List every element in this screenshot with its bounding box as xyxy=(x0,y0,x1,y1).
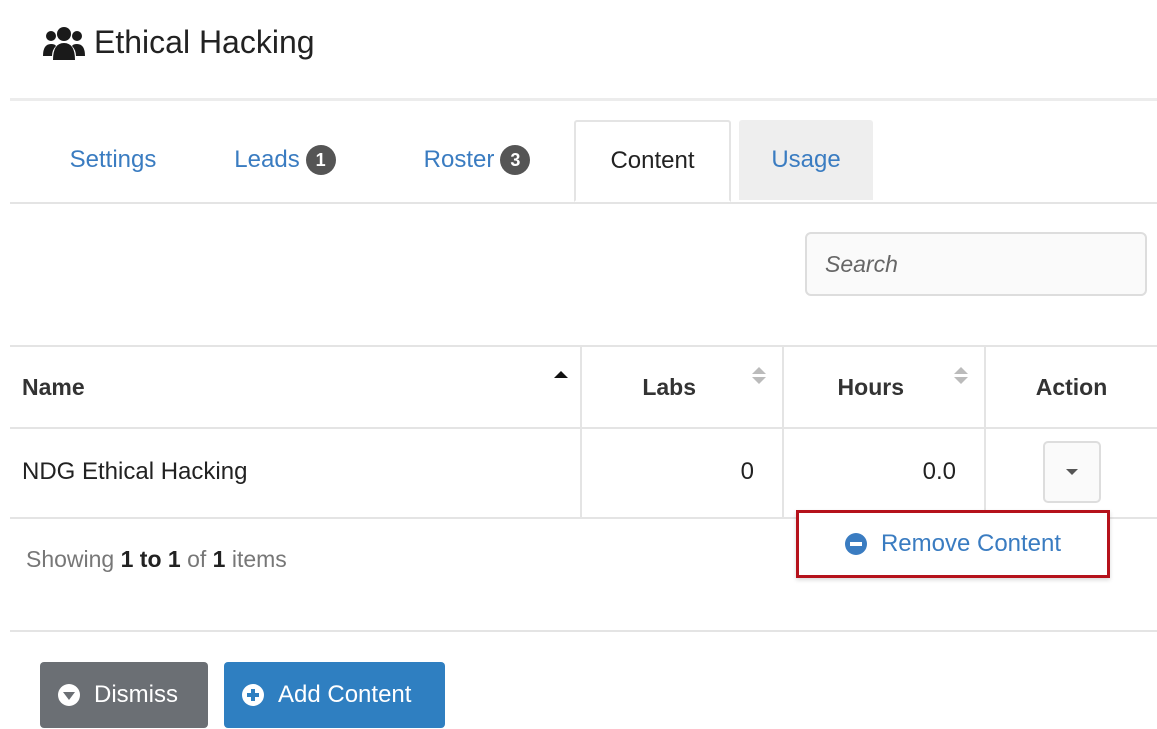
tab-label: Usage xyxy=(771,146,841,173)
sort-ascending-icon xyxy=(554,371,568,378)
footer-divider xyxy=(10,630,1157,632)
action-dropdown-button[interactable] xyxy=(1042,441,1101,503)
pagination-info: Showing 1 to 1 of 1 items xyxy=(26,546,287,572)
column-header-action: Action xyxy=(984,347,1157,427)
minus-circle-icon xyxy=(844,533,867,555)
users-group-icon xyxy=(43,27,85,60)
tab-usage[interactable]: Usage xyxy=(739,120,873,200)
tab-settings[interactable]: Settings xyxy=(48,120,178,200)
page-header: Ethical Hacking xyxy=(10,0,1157,101)
add-content-button[interactable]: Add Content xyxy=(224,662,445,728)
table-row: NDG Ethical Hacking 0 0.0 xyxy=(10,427,1157,519)
content-panel: Ethical Hacking Settings Leads 1 Roster … xyxy=(10,0,1157,729)
tab-leads[interactable]: Leads 1 xyxy=(210,120,360,200)
tab-bar: Settings Leads 1 Roster 3 Content Usage xyxy=(10,120,1157,204)
caret-down-icon xyxy=(1065,469,1078,475)
dismiss-button[interactable]: Dismiss xyxy=(40,662,208,728)
tab-label: Leads xyxy=(234,146,300,173)
plus-circle-icon xyxy=(242,684,264,706)
tab-label: Content xyxy=(610,147,695,174)
tab-label: Roster xyxy=(423,146,495,173)
table-header-row: Name Labs Hours Action xyxy=(10,345,1157,429)
arrow-down-circle-icon xyxy=(58,684,80,706)
sort-icon xyxy=(752,367,766,387)
column-header-hours[interactable]: Hours xyxy=(782,347,984,427)
tab-content[interactable]: Content xyxy=(574,120,731,202)
tab-roster[interactable]: Roster 3 xyxy=(402,120,552,200)
sort-icon xyxy=(954,367,968,387)
count-badge: 1 xyxy=(305,145,336,175)
cell-hours: 0.0 xyxy=(782,427,984,517)
column-header-labs[interactable]: Labs xyxy=(580,347,782,427)
menu-item-label: Remove Content xyxy=(880,530,1062,557)
cell-action xyxy=(984,427,1157,517)
tab-label: Settings xyxy=(69,146,157,173)
page-title: Ethical Hacking xyxy=(94,24,315,60)
column-header-name[interactable]: Name xyxy=(10,347,580,427)
remove-content-menu-item[interactable]: Remove Content xyxy=(796,510,1110,578)
cell-name: NDG Ethical Hacking xyxy=(22,458,248,485)
search-input[interactable] xyxy=(805,232,1147,296)
count-badge: 3 xyxy=(500,145,531,175)
cell-labs: 0 xyxy=(580,427,782,517)
